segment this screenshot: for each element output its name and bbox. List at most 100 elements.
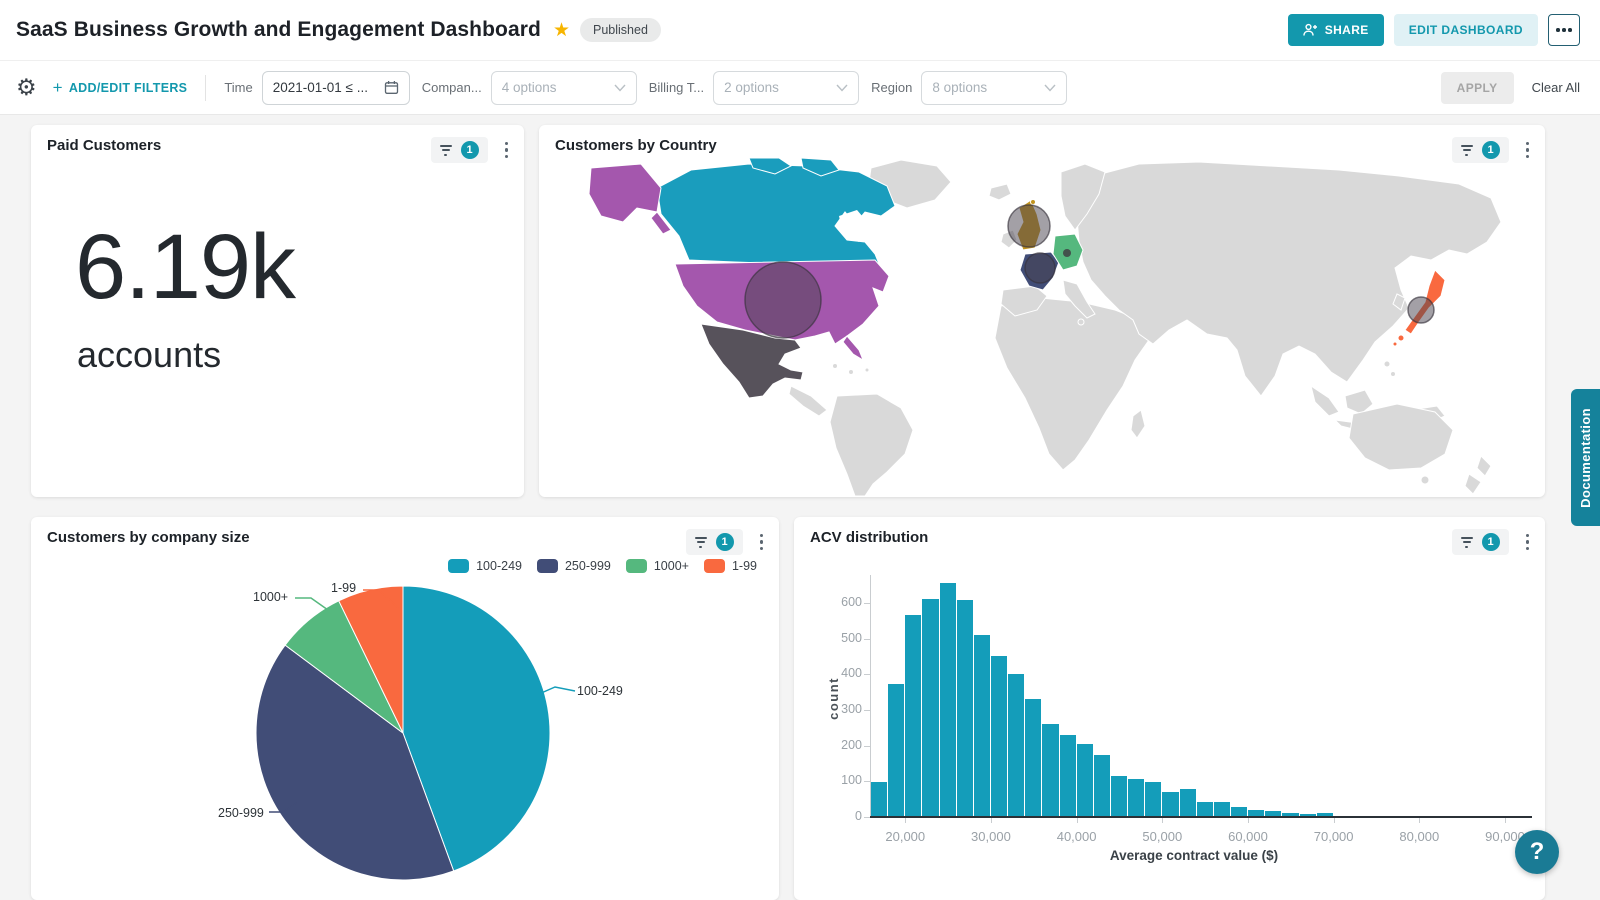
histogram-bar-44000[interactable] (1111, 776, 1127, 817)
calendar-icon (384, 80, 399, 95)
australia (1349, 404, 1453, 470)
histogram-bar-36000[interactable] (1042, 724, 1058, 817)
histogram-bar-20000[interactable] (905, 615, 921, 817)
widget-filter-indicator[interactable]: 1 (1452, 529, 1509, 555)
legend-item-1000+[interactable]: 1000+ (626, 559, 689, 573)
status-badge: Published (580, 18, 661, 42)
filter-group-billing-type: Billing T... 2 options (649, 71, 859, 105)
bubble-usa[interactable] (745, 262, 821, 338)
filter-funnel-icon (695, 537, 707, 548)
histogram-bar-28000[interactable] (974, 635, 990, 817)
dot (1562, 28, 1566, 32)
x-tick-label: 40,000 (1057, 829, 1097, 844)
legend-label: 1000+ (654, 559, 689, 573)
country-alaska[interactable] (589, 164, 661, 222)
filter-funnel-icon (440, 145, 452, 156)
bubble-france[interactable] (1025, 253, 1055, 283)
pie-label-1000plus: 1000+ (253, 590, 288, 604)
widget-filter-indicator[interactable]: 1 (686, 529, 743, 555)
histogram-bar-42000[interactable] (1094, 755, 1110, 817)
widget-menu-kebab[interactable] (503, 138, 511, 163)
histogram-bar-16000[interactable] (871, 782, 887, 817)
filter-funnel-icon (1461, 537, 1473, 548)
region-select[interactable]: 8 options (921, 71, 1067, 105)
legend-item-1-99[interactable]: 1-99 (704, 559, 757, 573)
pie-chart[interactable] (255, 585, 551, 881)
legend-item-250-999[interactable]: 250-999 (537, 559, 611, 573)
filter-label-region: Region (871, 80, 912, 95)
histogram-bar-32000[interactable] (1008, 674, 1024, 817)
top-bar: SaaS Business Growth and Engagement Dash… (0, 0, 1600, 61)
card-title-acv-distribution: ACV distribution (810, 529, 928, 546)
histogram-bar-22000[interactable] (922, 599, 938, 817)
histogram-bar-56000[interactable] (1214, 802, 1230, 817)
chevron-down-icon (1044, 84, 1056, 92)
chevron-down-icon (614, 84, 626, 92)
favorite-star-icon[interactable]: ★ (553, 19, 570, 42)
legend-item-100-249[interactable]: 100-249 (448, 559, 522, 573)
histogram-bar-52000[interactable] (1180, 789, 1196, 817)
edit-dashboard-button[interactable]: EDIT DASHBOARD (1394, 14, 1538, 46)
billing-type-select[interactable]: 2 options (713, 71, 859, 105)
histogram-bar-18000[interactable] (888, 684, 904, 817)
time-range-input[interactable]: 2021-01-01 ≤ ... (262, 71, 410, 105)
filter-label-billing-type: Billing T... (649, 80, 704, 95)
more-options-button[interactable] (1548, 14, 1580, 46)
histogram-bar-40000[interactable] (1077, 744, 1093, 817)
madagascar (1131, 410, 1145, 438)
world-map[interactable] (539, 158, 1545, 497)
widget-menu-kebab[interactable] (758, 530, 766, 555)
new-zealand (1477, 456, 1491, 476)
documentation-tab[interactable]: Documentation (1571, 389, 1600, 526)
filter-count-badge: 1 (461, 141, 479, 159)
x-tick-label: 20,000 (885, 829, 925, 844)
share-button-label: SHARE (1325, 23, 1369, 37)
histogram-bar-38000[interactable] (1060, 735, 1076, 817)
filter-group-company-size: Compan... 4 options (422, 71, 637, 105)
pie-legend: 100-249 250-999 1000+ 1-99 (448, 559, 757, 573)
help-button[interactable]: ? (1515, 830, 1559, 874)
country-florida (843, 336, 863, 360)
legend-swatch (704, 559, 725, 573)
y-tick-label: 600 (822, 595, 862, 609)
histogram-x-axis-line (870, 816, 1532, 818)
billing-type-value: 2 options (724, 80, 836, 95)
pie-leader-line (269, 801, 301, 815)
histogram-bars[interactable] (871, 578, 1505, 817)
legend-swatch (537, 559, 558, 573)
histogram-bar-50000[interactable] (1162, 792, 1178, 817)
apply-button[interactable]: APPLY (1441, 72, 1514, 104)
filter-group-region: Region 8 options (871, 71, 1067, 105)
x-tick-label: 70,000 (1314, 829, 1354, 844)
histogram-bar-54000[interactable] (1197, 802, 1213, 817)
widget-filter-indicator[interactable]: 1 (431, 137, 488, 163)
legend-label: 1-99 (732, 559, 757, 573)
iceland (989, 184, 1011, 200)
filter-count-badge: 1 (716, 533, 734, 551)
africa (995, 298, 1149, 470)
histogram-bar-46000[interactable] (1128, 779, 1144, 817)
widget-menu-kebab[interactable] (1524, 530, 1532, 555)
filter-settings-gear-icon[interactable]: ⚙ (16, 76, 37, 99)
add-edit-filters-button[interactable]: + ADD/EDIT FILTERS (53, 78, 188, 98)
south-america (830, 394, 913, 496)
card-title-customers-by-country: Customers by Country (555, 137, 717, 154)
bubble-germany[interactable] (1063, 249, 1071, 257)
histogram-bar-48000[interactable] (1145, 782, 1161, 817)
dot (1556, 28, 1560, 32)
histogram-bar-26000[interactable] (957, 600, 973, 817)
clear-all-button[interactable]: Clear All (1532, 80, 1580, 95)
x-tick-label: 60,000 (1228, 829, 1268, 844)
pie-label-1-99: 1-99 (331, 581, 356, 595)
histogram-bar-30000[interactable] (991, 656, 1007, 817)
y-tick-label: 500 (822, 631, 862, 645)
pie-label-100-249: 100-249 (577, 684, 623, 698)
plus-icon: + (53, 78, 63, 98)
bubble-japan[interactable] (1408, 297, 1434, 323)
bubble-uk[interactable] (1008, 205, 1050, 247)
dot (1568, 28, 1572, 32)
histogram-bar-24000[interactable] (940, 583, 956, 817)
histogram-bar-34000[interactable] (1025, 699, 1041, 817)
company-size-select[interactable]: 4 options (491, 71, 637, 105)
share-button[interactable]: SHARE (1288, 14, 1384, 46)
